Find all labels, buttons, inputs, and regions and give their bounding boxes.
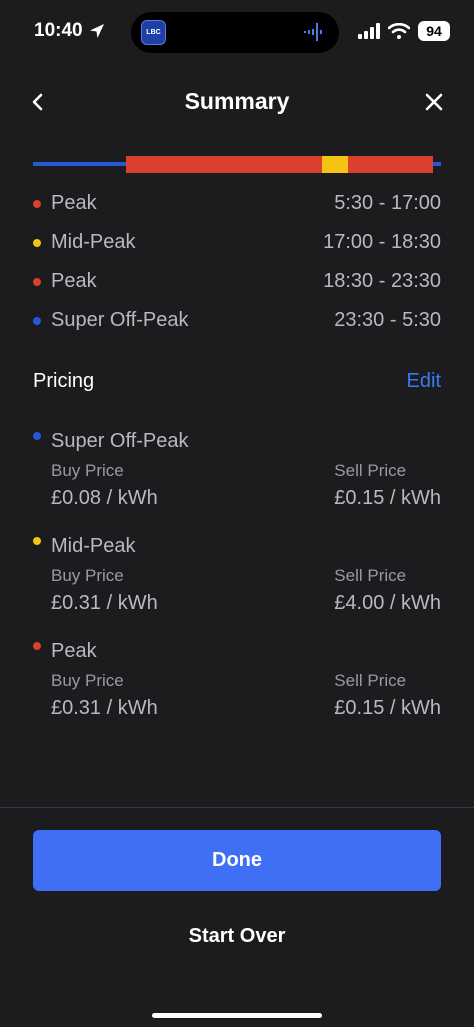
buy-price-label: Buy Price [51, 566, 124, 585]
sell-price-value: £0.15 / kWh [334, 697, 441, 719]
peak-dot-icon [33, 642, 41, 650]
schedule-period-name: Peak [51, 270, 97, 292]
buy-price-value: £0.31 / kWh [51, 592, 158, 614]
buy-price-value: £0.08 / kWh [51, 487, 158, 509]
price-group-name: Super Off-Peak [51, 429, 189, 452]
timeline-super-off-peak-end [433, 162, 441, 166]
schedule-row: Super Off-Peak 23:30 - 5:30 [33, 301, 441, 340]
buy-price-value: £0.31 / kWh [51, 697, 158, 719]
location-arrow-icon [89, 24, 104, 38]
price-group-super-off-peak: Super Off-Peak Buy Price £0.08 / kWh Sell… [33, 427, 441, 510]
timeline-peak-block-evening [348, 156, 433, 173]
schedule-period-time: 18:30 - 23:30 [323, 270, 441, 292]
header: Summary [0, 80, 474, 124]
schedule-row: Peak 18:30 - 23:30 [33, 262, 441, 301]
status-time-text: 10:40 [34, 20, 83, 41]
sell-price-label: Sell Price [334, 461, 407, 480]
schedule-period-name: Super Off-Peak [51, 309, 189, 331]
price-group-peak: Peak Buy Price £0.31 / kWh Sell Price £0.1… [33, 637, 441, 720]
timeline-peak-block [126, 156, 322, 173]
super-off-peak-dot-icon [33, 316, 41, 325]
tariff-timeline [33, 155, 441, 175]
done-button[interactable]: Done [33, 830, 441, 891]
close-button[interactable] [422, 88, 446, 116]
timeline-mid-peak-block [322, 156, 348, 173]
sell-price-value: £0.15 / kWh [334, 487, 441, 509]
schedule-period-time: 5:30 - 17:00 [334, 192, 441, 214]
battery-indicator: 94 [418, 21, 450, 41]
status-time: 10:40 [34, 20, 105, 42]
mid-peak-dot-icon [33, 238, 41, 247]
pricing-title: Pricing [33, 370, 95, 392]
buy-price-label: Buy Price [51, 461, 124, 480]
schedule-row: Mid-Peak 17:00 - 18:30 [33, 223, 441, 262]
dynamic-island[interactable]: LBC [131, 12, 339, 53]
schedule-row: Peak 5:30 - 17:00 [33, 184, 441, 223]
close-icon [425, 93, 443, 111]
super-off-peak-dot-icon [33, 432, 41, 440]
wifi-icon [388, 23, 410, 39]
peak-dot-icon [33, 199, 41, 208]
mid-peak-dot-icon [33, 537, 41, 545]
peak-dot-icon [33, 277, 41, 286]
island-app-icon: LBC [141, 20, 166, 45]
edit-pricing-link[interactable]: Edit [407, 370, 441, 393]
cellular-signal-icon [358, 23, 380, 39]
footer-divider [0, 807, 474, 808]
sell-price-label: Sell Price [334, 671, 407, 690]
status-bar: 10:40 LBC 94 [0, 0, 474, 64]
schedule-period-name: Peak [51, 192, 97, 214]
sell-price-label: Sell Price [334, 566, 407, 585]
schedule-list: Peak 5:30 - 17:00 Mid-Peak 17:00 - 18:30… [33, 184, 441, 340]
audio-waveform-icon [304, 23, 322, 41]
schedule-period-time: 23:30 - 5:30 [334, 309, 441, 331]
sell-price-value: £4.00 / kWh [334, 592, 441, 614]
buy-price-label: Buy Price [51, 671, 124, 690]
price-group-mid-peak: Mid-Peak Buy Price £0.31 / kWh Sell Price… [33, 532, 441, 615]
timeline-super-off-peak-start [33, 162, 127, 166]
pricing-header: Pricing Edit [33, 370, 441, 393]
page-title: Summary [184, 88, 290, 114]
price-group-name: Peak [51, 639, 97, 662]
price-group-name: Mid-Peak [51, 534, 136, 557]
home-indicator[interactable] [152, 1013, 322, 1018]
status-indicators: 94 [358, 21, 450, 41]
start-over-button[interactable]: Start Over [0, 925, 474, 948]
schedule-period-time: 17:00 - 18:30 [323, 231, 441, 253]
schedule-period-name: Mid-Peak [51, 231, 136, 253]
